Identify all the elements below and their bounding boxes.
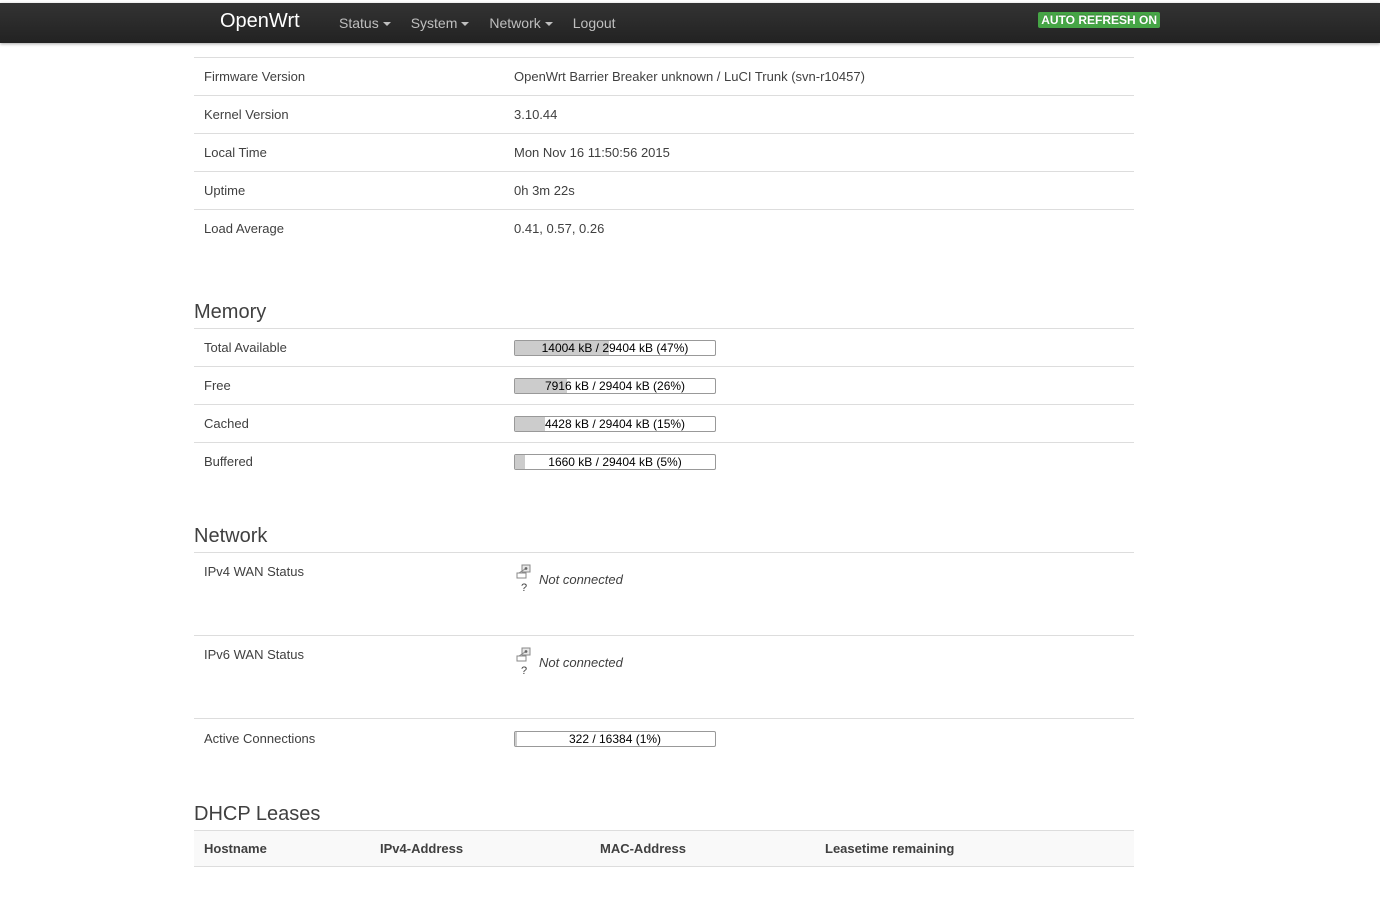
local-time-value: Mon Nov 16 11:50:56 2015 [504,133,1134,172]
memory-section: Memory Total Available 14004 kB / 29404 … [194,298,1134,480]
firmware-version-label: Firmware Version [194,57,504,96]
column-leasetime-remaining: Leasetime remaining [815,830,1134,867]
chevron-down-icon [461,22,470,26]
column-mac-address: MAC-Address [590,830,815,867]
ipv4-wan-cell: ? Not connected [504,552,1134,636]
kernel-version-value: 3.10.44 [504,95,1134,134]
system-info-table: Firmware Version OpenWrt Barrier Breaker… [194,57,1134,247]
table-row: IPv4 WAN Status ? Not connected [194,552,1134,636]
ipv6-icon-caption: ? [520,665,528,677]
firmware-version-value: OpenWrt Barrier Breaker unknown / LuCI T… [504,57,1134,96]
brand-logo[interactable]: OpenWrt [220,10,300,33]
memory-heading: Memory [194,301,267,323]
chevron-down-icon [382,22,391,26]
dhcp-leases-table: Hostname IPv4-Address MAC-Address Leaset… [194,830,1134,867]
uptime-value: 0h 3m 22s [504,171,1134,210]
column-ipv4-address: IPv4-Address [370,830,590,867]
memory-table: Total Available 14004 kB / 29404 kB (47%… [194,328,1134,480]
buffered-cell: 1660 kB / 29404 kB (5%) [504,442,1134,480]
column-hostname: Hostname [194,830,370,867]
buffered-label: Buffered [194,442,504,480]
total-available-progress: 14004 kB / 29404 kB (47%) [514,339,716,356]
table-row: IPv6 WAN Status ? Not connected [194,635,1134,719]
nav-network[interactable]: Network [479,15,562,31]
nav-logout-label: Logout [572,15,616,31]
buffered-text: 1660 kB / 29404 kB (5%) [548,454,682,469]
ipv4-status-text: Not connected [539,571,623,587]
nav-network-label: Network [489,15,541,31]
nav-logout[interactable]: Logout [563,15,626,31]
ipv6-wan-cell: ? Not connected [504,635,1134,719]
top-navbar: OpenWrt Status System Network Logout AUT… [0,3,1380,43]
table-row: Buffered 1660 kB / 29404 kB (5%) [194,442,1134,480]
load-average-value: 0.41, 0.57, 0.26 [504,209,1134,247]
local-time-label: Local Time [194,133,504,172]
table-row: Uptime 0h 3m 22s [194,171,1134,210]
table-row: Kernel Version 3.10.44 [194,95,1134,134]
load-average-label: Load Average [194,209,504,247]
dhcp-heading: DHCP Leases [194,803,321,825]
kernel-version-label: Kernel Version [194,95,504,134]
network-table: IPv4 WAN Status ? Not connected IPv6 WAN… [194,552,1134,758]
table-header-row: Hostname IPv4-Address MAC-Address Leaset… [194,830,1134,867]
active-connections-text: 322 / 16384 (1%) [568,731,662,746]
network-section: Network IPv4 WAN Status ? Not connected … [194,522,1134,758]
ipv4-icon-caption: ? [520,582,528,594]
table-row: Cached 4428 kB / 29404 kB (15%) [194,404,1134,443]
free-label: Free [194,366,504,405]
active-connections-label: Active Connections [194,718,504,758]
buffered-progress: 1660 kB / 29404 kB (5%) [514,453,716,470]
free-text: 7916 kB / 29404 kB (26%) [544,378,686,393]
cached-label: Cached [194,404,504,443]
nav-status[interactable]: Status [329,15,401,31]
main-nav: Status System Network Logout [329,3,626,43]
ipv6-wan-status: ? Not connected [514,647,1124,677]
table-row: Free 7916 kB / 29404 kB (26%) [194,366,1134,405]
network-heading: Network [194,525,268,547]
nav-status-label: Status [339,15,379,31]
table-row: Active Connections 322 / 16384 (1%) [194,718,1134,758]
active-connections-cell: 322 / 16384 (1%) [504,718,1134,758]
table-row: Firmware Version OpenWrt Barrier Breaker… [194,57,1134,96]
ipv6-wan-label: IPv6 WAN Status [194,635,504,719]
table-row: Load Average 0.41, 0.57, 0.26 [194,209,1134,247]
free-progress: 7916 kB / 29404 kB (26%) [514,377,716,394]
chevron-down-icon [544,22,553,26]
dhcp-section: DHCP Leases Hostname IPv4-Address MAC-Ad… [194,800,1134,867]
total-available-label: Total Available [194,328,504,367]
network-unknown-icon: ? [514,647,534,677]
uptime-label: Uptime [194,171,504,210]
navbar-inner: OpenWrt Status System Network Logout AUT… [220,3,1160,43]
cached-cell: 4428 kB / 29404 kB (15%) [504,404,1134,443]
network-unknown-icon: ? [514,564,534,594]
cached-text: 4428 kB / 29404 kB (15%) [544,416,686,431]
ipv4-wan-status: ? Not connected [514,564,1124,594]
active-connections-progress: 322 / 16384 (1%) [514,730,716,747]
ipv4-wan-label: IPv4 WAN Status [194,552,504,636]
table-row: Total Available 14004 kB / 29404 kB (47%… [194,328,1134,367]
auto-refresh-toggle[interactable]: AUTO REFRESH ON [1038,12,1160,28]
total-available-cell: 14004 kB / 29404 kB (47%) [504,328,1134,367]
cached-progress: 4428 kB / 29404 kB (15%) [514,415,716,432]
table-row: Local Time Mon Nov 16 11:50:56 2015 [194,133,1134,172]
total-available-text: 14004 kB / 29404 kB (47%) [541,340,689,355]
nav-system-label: System [410,15,458,31]
nav-system[interactable]: System [401,15,480,31]
ipv6-status-text: Not connected [539,654,623,670]
main-content: Firmware Version OpenWrt Barrier Breaker… [194,57,1134,867]
free-cell: 7916 kB / 29404 kB (26%) [504,366,1134,405]
